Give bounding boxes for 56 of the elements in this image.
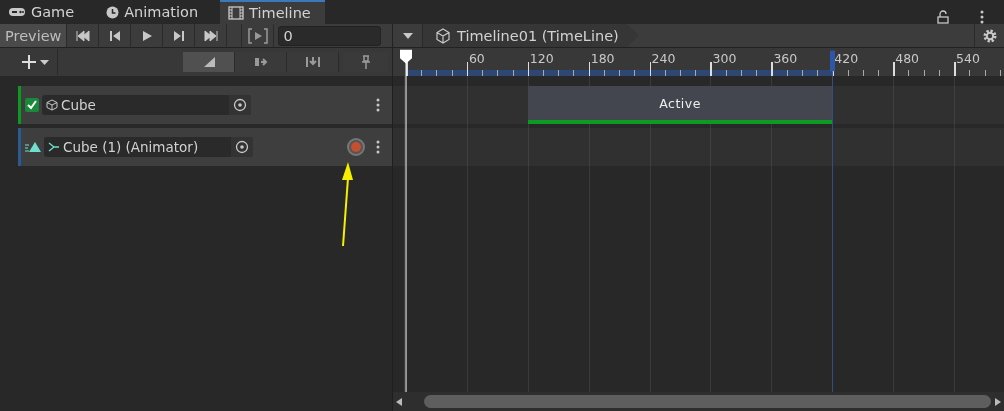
time-ruler[interactable]: 60 120 180 240 300 360 420 480 540 xyxy=(393,48,1004,76)
ruler-label: 240 xyxy=(651,51,676,66)
tab[interactable]: Game xyxy=(0,0,89,24)
checkmark-icon xyxy=(27,100,37,110)
tab[interactable]: Timeline xyxy=(220,0,325,24)
ruler-label: 300 xyxy=(712,51,737,66)
film-icon xyxy=(228,6,245,20)
left-arrow-icon xyxy=(396,397,402,406)
horizontal-scrollbar[interactable] xyxy=(393,392,1004,411)
more-icon xyxy=(980,10,984,24)
tab[interactable]: Animation xyxy=(98,0,213,24)
preview-button[interactable]: Preview xyxy=(0,24,68,47)
frame-field[interactable]: 0 xyxy=(278,25,382,46)
track-header[interactable]: Cube xyxy=(18,86,392,124)
target-icon xyxy=(233,98,247,112)
ruler-label: 420 xyxy=(834,51,859,66)
caret-icon xyxy=(40,59,49,65)
ruler-label: 480 xyxy=(895,51,920,66)
bracket-play-icon xyxy=(247,27,268,44)
pin-icon xyxy=(360,55,371,69)
gamepad-icon xyxy=(8,7,26,17)
edit-mode-button[interactable] xyxy=(183,52,235,72)
step-back-icon xyxy=(107,28,122,43)
activation-clip[interactable]: Active xyxy=(527,86,833,124)
replace-icon xyxy=(305,55,320,69)
plus-icon xyxy=(22,55,36,69)
ruler-label: 180 xyxy=(590,51,615,66)
playhead[interactable] xyxy=(399,48,413,392)
object-field[interactable]: Cube (1) (Animator) xyxy=(44,137,253,157)
record-button[interactable] xyxy=(347,138,365,156)
ripple-icon xyxy=(253,55,268,69)
ruler-label: 360 xyxy=(773,51,798,66)
cube-icon xyxy=(46,99,58,111)
clock-icon xyxy=(106,5,120,19)
checkbox[interactable] xyxy=(25,98,39,112)
ruler-label: 540 xyxy=(956,51,980,66)
object-field[interactable]: Cube xyxy=(42,95,251,115)
lock-icon xyxy=(936,10,950,24)
step-forward-icon xyxy=(171,28,186,43)
skip-end-icon xyxy=(203,28,218,43)
more-icon xyxy=(376,98,380,112)
settings-icon xyxy=(982,28,997,43)
ruler-label: 60 xyxy=(468,51,485,66)
target-icon xyxy=(235,140,249,154)
caret-icon xyxy=(402,32,413,39)
branch-icon xyxy=(48,141,60,153)
clip-label: Active xyxy=(659,95,701,111)
right-arrow-icon xyxy=(995,397,1001,406)
track-header[interactable]: Cube (1) (Animator) xyxy=(18,128,392,166)
triangle-icon xyxy=(25,141,41,153)
more-icon xyxy=(376,140,380,154)
ruler-label: 120 xyxy=(529,51,554,66)
cube-icon xyxy=(435,27,451,44)
breadcrumb[interactable]: Timeline01 (TimeLine) xyxy=(423,24,639,47)
skip-start-icon xyxy=(75,28,90,43)
end-marker[interactable] xyxy=(830,48,836,392)
